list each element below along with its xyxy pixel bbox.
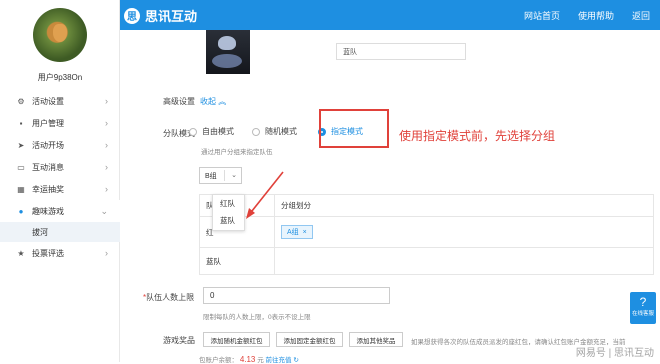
table-cell-groups[interactable]	[275, 248, 653, 274]
sidebar-subitem-tug-of-war[interactable]: 拔河	[0, 222, 120, 242]
table-cell-team: 蓝队	[200, 248, 275, 274]
nav-help-link[interactable]: 使用帮助	[578, 9, 614, 22]
sidebar-menu: ⚙ 活动设置 › ▪ 用户管理 › ➤ 活动开场 › ▭ 互动消息 › ▦ 幸运…	[0, 90, 120, 264]
sidebar-item-activity-settings[interactable]: ⚙ 活动设置 ›	[0, 90, 120, 112]
dropdown-option-blue-team[interactable]: 蓝队	[213, 212, 244, 229]
radio-free-mode[interactable]	[189, 127, 197, 136]
sidebar-item-activity-opening[interactable]: ➤ 活动开场 ›	[0, 134, 120, 156]
prize-label: 游戏奖品	[163, 336, 195, 345]
sidebar: 用户9p38On ⚙ 活动设置 › ▪ 用户管理 › ➤ 活动开场 › ▭ 互动…	[0, 0, 120, 362]
sidebar-item-interactive-messages[interactable]: ▭ 互动消息 ›	[0, 156, 120, 178]
table-cell-groups[interactable]: A组 ×	[275, 217, 653, 247]
sidebar-item-user-management[interactable]: ▪ 用户管理 ›	[0, 112, 120, 134]
team-group-table: 队 分组划分 红 A组 × 蓝队	[199, 194, 654, 275]
add-other-prize-button[interactable]: 添加其他奖品	[349, 332, 403, 347]
sidebar-item-label: 趣味游戏	[32, 206, 64, 216]
mode-hint: 通过用户分组来指定队伍	[201, 149, 273, 156]
balance-unit: 元	[257, 357, 264, 364]
team-name-input[interactable]: 蓝队	[336, 43, 466, 60]
user-icon: ▪	[19, 118, 23, 128]
chevron-down-icon: ⌄	[231, 172, 237, 179]
help-icon: ?	[639, 295, 647, 309]
advanced-settings-label: 高级设置	[163, 97, 195, 106]
sidebar-item-label: 幸运抽奖	[32, 184, 64, 194]
select-divider	[224, 170, 225, 181]
gear-icon: ⚙	[17, 96, 25, 106]
chevron-right-icon: ›	[105, 96, 108, 106]
chevron-right-icon: ›	[105, 162, 108, 172]
close-icon[interactable]: ×	[303, 229, 307, 236]
group-select-value: B组	[205, 173, 217, 180]
sidebar-item-label: 互动消息	[32, 162, 64, 172]
team-limit-hint: 限制每队的人数上限，0表示不设上限	[203, 314, 311, 321]
main-content: 蓝队 高级设置 收起 ︽ 分队模式 自由模式 随机模式 指定模式 使用指定模式前…	[121, 30, 660, 364]
online-service-label: 在线客服	[631, 311, 654, 317]
nav-home-link[interactable]: 网站首页	[524, 9, 560, 22]
top-nav: 网站首页 使用帮助 返回	[524, 9, 650, 22]
sidebar-item-label: 投票评选	[32, 248, 64, 258]
table-header-groups: 分组划分	[281, 201, 311, 210]
team-limit-input[interactable]: 0	[203, 287, 390, 304]
app-logo[interactable]: 思 思讯互动	[124, 6, 197, 25]
sidebar-item-label: 活动设置	[32, 96, 64, 106]
group-select[interactable]: B组 ⌄	[199, 167, 242, 184]
sidebar-item-lucky-draw[interactable]: ▦ 幸运抽奖 ›	[0, 178, 120, 200]
add-random-redpacket-button[interactable]: 添加随机金额红包	[203, 332, 270, 347]
game-icon: ●	[18, 206, 24, 216]
highlight-box	[319, 109, 389, 148]
chevron-right-icon: ›	[105, 118, 108, 128]
send-icon: ➤	[17, 140, 25, 150]
radio-random-mode-label[interactable]: 随机模式	[265, 126, 297, 137]
star-icon: ★	[17, 248, 25, 258]
online-service-button[interactable]: ? 在线客服	[630, 292, 656, 324]
sidebar-item-voting[interactable]: ★ 投票评选 ›	[0, 242, 120, 264]
group-tag[interactable]: A组 ×	[281, 225, 313, 239]
recharge-link[interactable]: 前往充值	[266, 357, 292, 364]
balance-label: 包账户余额：	[199, 357, 238, 364]
radio-random-mode[interactable]	[252, 127, 260, 136]
logo-icon: 思	[124, 7, 140, 24]
add-fixed-redpacket-button[interactable]: 添加固定金额红包	[276, 332, 343, 347]
radio-free-mode-label[interactable]: 自由模式	[202, 126, 234, 137]
chevron-right-icon: ›	[105, 140, 108, 150]
double-chevron-up-icon: ︽	[218, 97, 227, 106]
team-limit-label: *队伍人数上限	[143, 293, 195, 302]
nav-back-link[interactable]: 返回	[632, 9, 650, 22]
refresh-icon[interactable]: ↻	[293, 357, 298, 364]
username: 用户9p38On	[37, 73, 83, 82]
balance-value: 4.13	[239, 355, 256, 364]
group-tag-label: A组	[287, 229, 299, 236]
grid-icon: ▦	[17, 184, 25, 194]
table-header: 队 分组划分	[200, 195, 653, 217]
sidebar-item-fun-games[interactable]: ● 趣味游戏 ⌄	[0, 200, 120, 222]
team-dropdown: 红队 蓝队	[212, 194, 245, 231]
balance-line: 包账户余额： 4.13 元 前往充值 ↻	[199, 354, 299, 364]
annotation-text: 使用指定模式前，先选择分组	[399, 129, 556, 143]
sidebar-item-label: 用户管理	[32, 118, 64, 128]
dropdown-option-red-team[interactable]: 红队	[213, 195, 244, 212]
app-title: 思讯互动	[145, 9, 198, 24]
table-row: 蓝队	[200, 248, 653, 274]
watermark: 网易号 | 思讯互动	[575, 348, 654, 359]
collapse-link[interactable]: 收起 ︽	[200, 96, 226, 107]
team-image[interactable]	[206, 30, 250, 74]
chevron-right-icon: ›	[105, 248, 108, 258]
avatar[interactable]	[33, 8, 87, 62]
message-icon: ▭	[17, 162, 25, 172]
chevron-down-icon: ⌄	[100, 205, 108, 216]
sidebar-item-label: 活动开场	[32, 140, 64, 150]
table-row: 红 A组 ×	[200, 217, 653, 248]
chevron-right-icon: ›	[105, 184, 108, 194]
